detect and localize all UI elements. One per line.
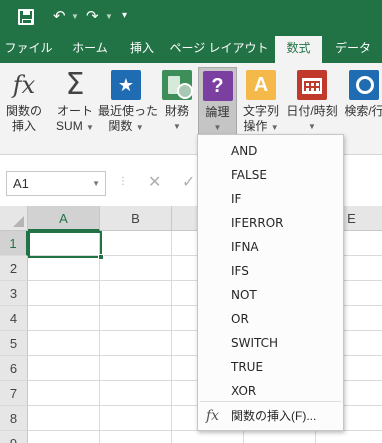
lookup-reference-button[interactable]: 検索/行 <box>342 67 382 151</box>
tab-insert[interactable]: 挿入 <box>122 36 162 63</box>
menu-item-or[interactable]: OR <box>198 307 343 331</box>
menu-item-ifs[interactable]: IFS <box>198 259 343 283</box>
menu-item-true[interactable]: TRUE <box>198 355 343 379</box>
menu-item-xor[interactable]: XOR <box>198 379 343 403</box>
tab-formulas[interactable]: 数式 <box>275 36 322 63</box>
formula-bar-grip[interactable]: ⋮ <box>118 176 128 187</box>
fill-handle[interactable] <box>98 254 104 260</box>
dropdown-arrow-icon: ▼ <box>270 123 279 132</box>
menu-item-iferror[interactable]: IFERROR <box>198 211 343 235</box>
row-header[interactable]: 2 <box>0 256 28 281</box>
redo-icon[interactable]: ↷ <box>86 8 99 26</box>
menu-item-insert-function[interactable]: fx 関数の挿入(F)... <box>198 403 343 429</box>
active-cell[interactable] <box>28 231 104 260</box>
tab-file[interactable]: ファイル <box>0 36 57 63</box>
menu-item-if[interactable]: IF <box>198 187 343 211</box>
row-header[interactable]: 7 <box>0 381 28 406</box>
recent-functions-button[interactable]: ★ 最近使った 関数 ▼ <box>98 67 158 151</box>
financial-icon <box>162 70 193 100</box>
dropdown-arrow-icon: ▼ <box>135 123 144 132</box>
redo-dropdown-icon[interactable]: ▼ <box>105 12 113 21</box>
star-icon: ★ <box>111 70 141 100</box>
enter-icon[interactable]: ✓ <box>182 172 195 192</box>
select-all-button[interactable] <box>0 206 28 231</box>
row-header[interactable]: 5 <box>0 331 28 356</box>
lookup-icon <box>349 70 379 100</box>
quick-access-toolbar: ↶ ▼ ↷ ▼ ▾ <box>0 0 382 36</box>
tab-page-layout[interactable]: ページ レイアウト <box>166 36 272 63</box>
row-header[interactable]: 4 <box>0 306 28 331</box>
row-header[interactable]: 9 <box>0 431 28 443</box>
chevron-down-icon[interactable]: ▼ <box>92 172 100 195</box>
logical-functions-menu: AND FALSE IF IFERROR IFNA IFS NOT OR SWI… <box>197 134 344 431</box>
dropdown-arrow-icon: ▼ <box>173 122 181 131</box>
dropdown-arrow-icon: ▼ <box>213 123 222 132</box>
menu-item-ifna[interactable]: IFNA <box>198 235 343 259</box>
cancel-icon[interactable]: ✕ <box>148 172 161 192</box>
sigma-icon: Σ <box>65 67 85 102</box>
menu-item-switch[interactable]: SWITCH <box>198 331 343 355</box>
row-header[interactable]: 1 <box>0 231 28 256</box>
calendar-icon <box>297 70 327 100</box>
save-icon[interactable] <box>18 9 34 25</box>
fx-icon: fx <box>206 408 220 424</box>
autosum-button[interactable]: Σ オート SUM ▼ <box>54 67 96 151</box>
financial-button[interactable]: 財務 ▼ <box>160 67 194 151</box>
undo-dropdown-icon[interactable]: ▼ <box>71 12 79 21</box>
row-header[interactable]: 8 <box>0 406 28 431</box>
customize-toolbar-icon[interactable]: ▾ <box>122 7 127 25</box>
undo-icon[interactable]: ↶ <box>53 8 66 26</box>
ribbon-tabs: ファイル ホーム 挿入 ページ レイアウト 数式 データ <box>0 36 382 63</box>
dropdown-arrow-icon: ▼ <box>86 123 94 132</box>
insert-function-button[interactable]: fx 関数の 挿入 <box>2 67 46 151</box>
menu-item-and[interactable]: AND <box>198 139 343 163</box>
text-icon: A <box>246 70 276 100</box>
menu-item-not[interactable]: NOT <box>198 283 343 307</box>
row-header[interactable]: 6 <box>0 356 28 381</box>
column-header-b[interactable]: B <box>100 206 172 231</box>
menu-divider <box>200 401 341 402</box>
name-box[interactable]: A1 ▼ <box>6 171 106 196</box>
row-header[interactable]: 3 <box>0 281 28 306</box>
tab-home[interactable]: ホーム <box>60 36 120 63</box>
dropdown-arrow-icon: ▼ <box>308 122 316 131</box>
logical-icon: ? <box>202 71 233 101</box>
fx-icon: fx <box>12 71 36 99</box>
menu-item-false[interactable]: FALSE <box>198 163 343 187</box>
tab-data[interactable]: データ <box>328 36 378 63</box>
column-header-a[interactable]: A <box>28 206 100 231</box>
